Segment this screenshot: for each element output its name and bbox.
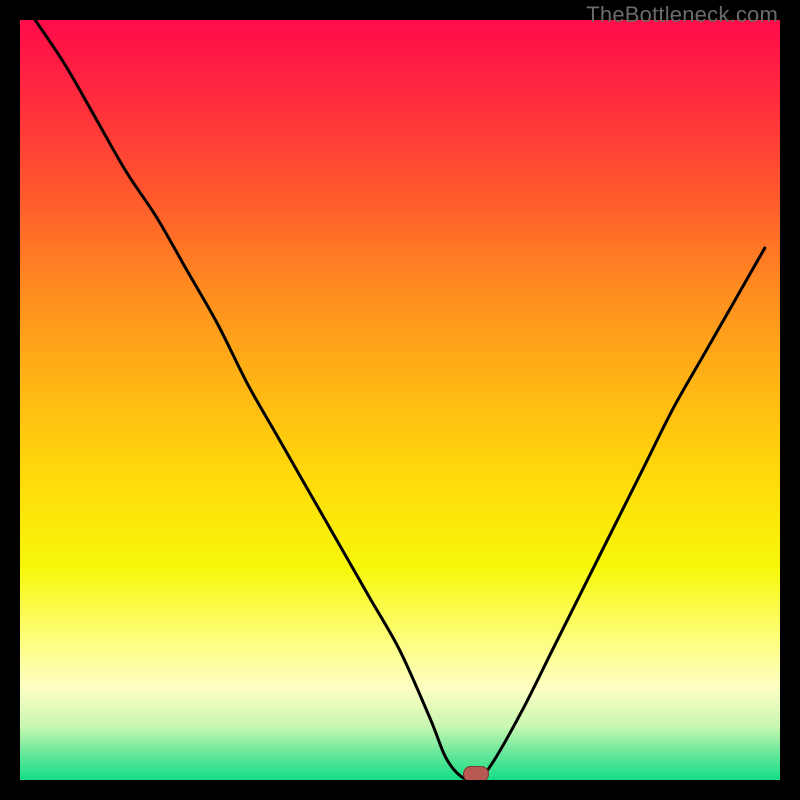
plot-area — [20, 20, 780, 780]
watermark-text: TheBottleneck.com — [586, 2, 778, 28]
chart-stage: TheBottleneck.com — [0, 0, 800, 800]
bottleneck-curve — [35, 20, 765, 780]
curve-layer — [20, 20, 780, 780]
optimal-marker — [463, 766, 489, 780]
